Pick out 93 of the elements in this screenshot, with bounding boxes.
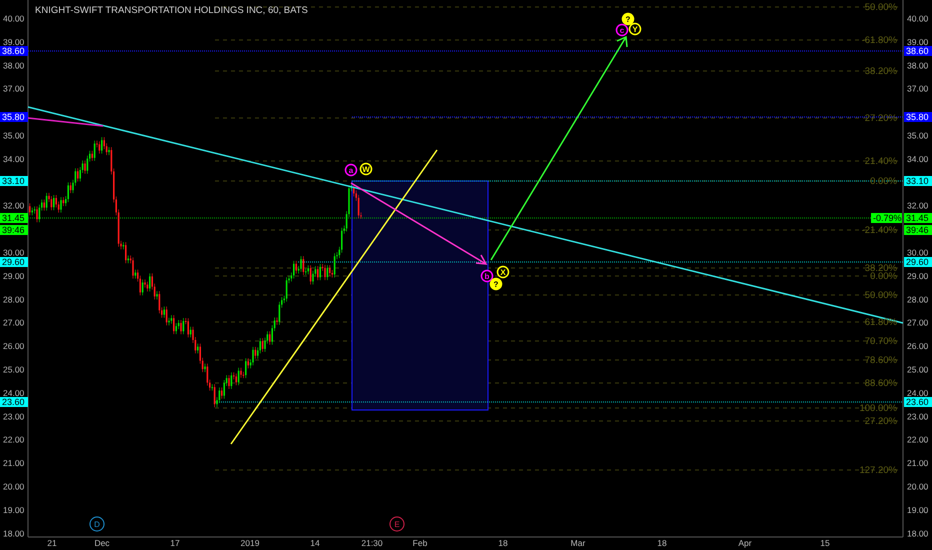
time-tick: 18: [657, 538, 667, 548]
price-label: 35.80: [904, 112, 932, 122]
price-tick: 24.00: [3, 388, 24, 398]
price-tick: 19.00: [907, 504, 928, 515]
price-tick: 29.00: [3, 270, 24, 281]
price-tick: 22.00: [907, 434, 928, 445]
fib-level-label: 61.80%: [864, 317, 897, 328]
price-tick: 22.00: [3, 434, 24, 445]
price-tick: 18.00: [3, 528, 24, 538]
time-tick: Apr: [738, 538, 752, 548]
price-tick: 19.00: [3, 504, 24, 515]
wave-label: ?: [622, 12, 634, 26]
price-tick: 30.00: [907, 248, 928, 258]
price-tick: 21.00: [907, 458, 928, 468]
event-marker[interactable]: D: [90, 516, 104, 532]
price-tick: 20.00: [907, 482, 928, 492]
price-tick: 37.00: [907, 84, 928, 94]
time-tick: 15: [820, 538, 830, 548]
price-label: 23.60: [904, 397, 932, 407]
time-tick: 14: [310, 538, 320, 548]
time-tick: Dec: [94, 538, 110, 548]
price-tick: 26.00: [907, 341, 928, 352]
fib-level-label: 27.20%: [864, 113, 897, 124]
price-tick: 39.00: [3, 36, 24, 47]
time-tick: Mar: [570, 538, 586, 548]
wave-label: c: [616, 24, 628, 36]
wave-label: ?: [490, 278, 502, 290]
wave-label: a: [344, 164, 358, 176]
fib-level-label: -21.40%: [862, 225, 897, 236]
time-tick: 2019: [240, 538, 260, 548]
fib-level-label: 127.20%: [859, 465, 897, 476]
price-label: 38.60: [904, 46, 932, 56]
time-tick: 17: [170, 538, 180, 548]
fib-level-label: 0.00%: [870, 176, 897, 187]
price-label: 29.60: [0, 257, 28, 267]
event-marker[interactable]: E: [390, 516, 404, 532]
price-tick: 32.00: [3, 200, 24, 211]
price-tick: 35.00: [907, 130, 928, 140]
price-tick: 40.00: [907, 14, 928, 24]
price-tick: 34.00: [907, 154, 928, 164]
price-tick: 40.00: [3, 14, 24, 24]
fib-level-label: 70.70%: [864, 336, 897, 347]
price-label: 23.60: [0, 397, 28, 407]
price-tick: 25.00: [3, 364, 24, 374]
price-tick: 32.00: [907, 200, 928, 211]
price-tick: 39.00: [907, 36, 928, 47]
price-tick: 34.00: [3, 154, 24, 164]
price-tick: 26.00: [3, 341, 24, 352]
fib-level-label: 50.00%: [864, 2, 897, 13]
time-tick: 21: [47, 538, 57, 548]
fib-level-label: 0.00%: [870, 271, 897, 282]
time-tick: 18: [498, 538, 508, 548]
fib-level-label: 78.60%: [864, 355, 897, 366]
fib-level-label: -61.80%: [862, 35, 897, 46]
price-tick: 23.00: [907, 411, 928, 422]
fib-level-label: 21.40%: [864, 156, 897, 167]
price-tick: 30.00: [3, 248, 24, 258]
fib-level-label: 88.60%: [864, 378, 897, 389]
price-tick: 27.00: [907, 318, 928, 328]
price-label: 29.60: [904, 257, 932, 267]
price-label: 35.80: [0, 112, 28, 122]
price-tick: 21.00: [3, 458, 24, 468]
price-tick: 18.00: [907, 528, 928, 538]
price-label: 39:46: [904, 225, 932, 235]
chart-title: KNIGHT-SWIFT TRANSPORTATION HOLDINGS INC, 60, BATS: [35, 5, 308, 16]
time-tick: 21:30: [361, 538, 383, 548]
price-label: 31.45: [904, 213, 932, 223]
price-tick: 38.00: [907, 60, 928, 70]
price-tick: 29.00: [907, 270, 928, 281]
price-tick: 20.00: [3, 482, 24, 492]
price-tick: 24.00: [907, 388, 928, 398]
price-label: 38.60: [0, 46, 28, 56]
fib-level-label: 100.00%: [859, 403, 897, 414]
fib-level-label: 27.20%: [864, 416, 897, 427]
price-tick: 37.00: [3, 84, 24, 94]
price-tick: 23.00: [3, 411, 24, 422]
fib-level-label: 38.20%: [864, 263, 897, 274]
price-label: 31.45: [0, 213, 28, 223]
price-label: 39:46: [0, 225, 28, 235]
price-tick: 25.00: [907, 364, 928, 374]
wave-label: X: [496, 266, 510, 278]
price-tick: 28.00: [907, 294, 928, 304]
price-tick: 38.00: [3, 60, 24, 70]
price-label: 33.10: [904, 176, 932, 186]
price-tick: 27.00: [3, 318, 24, 328]
price-tick: 35.00: [3, 130, 24, 140]
wave-label: W: [360, 162, 372, 176]
price-label: -0.79%: [871, 213, 902, 223]
fib-level-label: 50.00%: [864, 290, 897, 301]
fib-level-label: 38.20%: [864, 66, 897, 77]
price-label: 33.10: [0, 176, 28, 186]
price-tick: 28.00: [3, 294, 24, 304]
time-tick: Feb: [412, 538, 428, 548]
